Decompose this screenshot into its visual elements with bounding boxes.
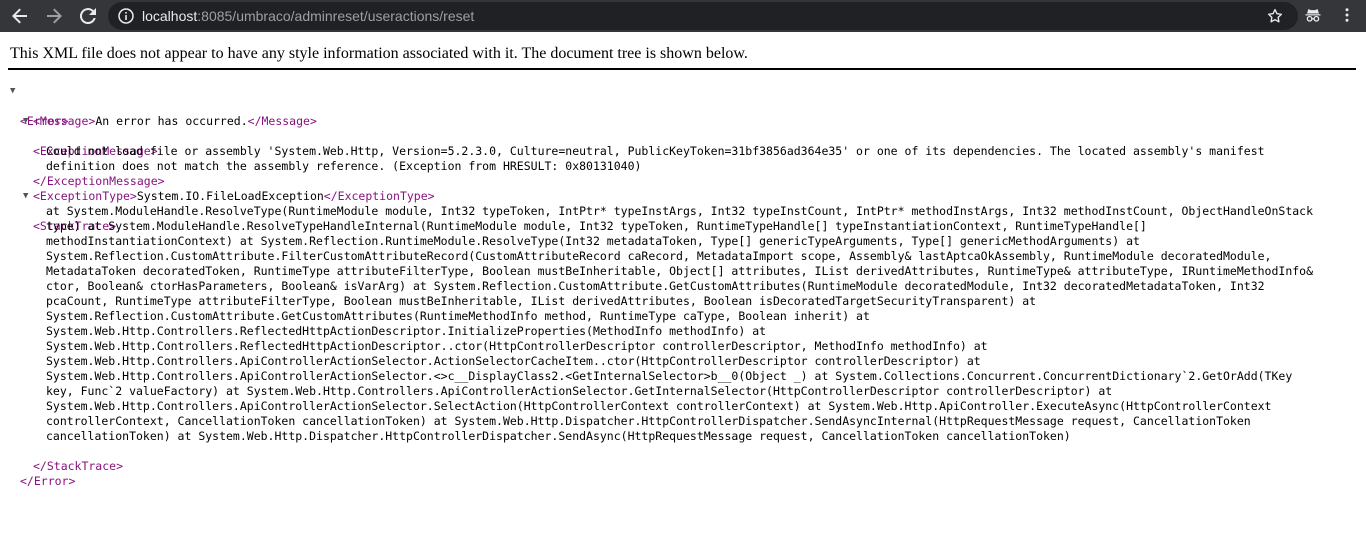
stack-trace-close-line: </StackTrace> bbox=[8, 444, 1358, 473]
stack-trace-text: System.Web.Http.Controllers.ApiControlle… bbox=[46, 354, 981, 368]
stack-trace-text: System.Web.Http.Controllers.ReflectedHtt… bbox=[46, 324, 767, 338]
browser-toolbar: localhost:8085/umbraco/adminreset/userac… bbox=[0, 0, 1366, 32]
triangle-down-icon[interactable]: ▼ bbox=[10, 84, 15, 99]
notice-divider bbox=[8, 68, 1356, 70]
star-icon[interactable] bbox=[1266, 7, 1284, 30]
triangle-down-icon[interactable]: ▼ bbox=[23, 189, 28, 204]
stack-trace-text: System.Web.Http.Controllers.ApiControlle… bbox=[46, 369, 1293, 383]
xml-style-notice: This XML file does not appear to have an… bbox=[10, 45, 748, 62]
exception-message-open-line: ▼ <ExceptionMessage> bbox=[8, 114, 1358, 158]
stack-trace-text: MetadataToken decoratedToken, RuntimeTyp… bbox=[46, 264, 1314, 278]
stack-trace-text: pcaCount, RuntimeType attributeFilterTyp… bbox=[46, 294, 1037, 308]
reload-button[interactable] bbox=[76, 4, 100, 28]
exception-message-text-line: definition does not match the assembly r… bbox=[8, 144, 1358, 173]
stack-trace-text: at System.ModuleHandle.ResolveType(Runti… bbox=[46, 204, 1314, 218]
incognito-icon[interactable] bbox=[1304, 6, 1322, 29]
message-line: <Message>An error has occurred.</Message… bbox=[8, 99, 1358, 128]
error-close-tag: </Error> bbox=[20, 474, 76, 488]
arrow-left-icon bbox=[12, 8, 27, 24]
forward-button[interactable] bbox=[42, 4, 66, 28]
reload-icon bbox=[80, 8, 96, 24]
stack-trace-open-line: ▼ <StackTrace> bbox=[8, 189, 1358, 233]
exception-message-close-line: </ExceptionMessage> bbox=[8, 159, 1358, 188]
stack-trace-text: type) at System.ModuleHandle.ResolveType… bbox=[46, 219, 1147, 233]
error-open-line: ▼ <Error> bbox=[8, 84, 1358, 128]
url-text[interactable]: localhost:8085/umbraco/adminreset/userac… bbox=[142, 8, 474, 24]
xml-tree: ▼ <Error> <Message>An error has occurred… bbox=[8, 84, 1358, 488]
stack-trace-text: key, Func`2 valueFactory) at System.Web.… bbox=[46, 384, 1113, 398]
error-close-line: </Error> bbox=[8, 459, 1358, 488]
stack-trace-text: System.Reflection.CustomAttribute.Filter… bbox=[46, 249, 1272, 263]
stack-trace-text: controllerContext, CancellationToken can… bbox=[46, 414, 1251, 428]
info-icon[interactable] bbox=[118, 8, 134, 29]
stack-trace-text: ctor, Boolean& ctorHasParameters, Boolea… bbox=[46, 279, 1265, 293]
stack-trace-text: System.Web.Http.Controllers.ApiControlle… bbox=[46, 399, 1272, 413]
exception-type-line: <ExceptionType>System.IO.FileLoadExcepti… bbox=[8, 174, 1358, 203]
exception-message-text-line: Could not load file or assembly 'System.… bbox=[8, 129, 1358, 158]
triangle-down-icon[interactable]: ▼ bbox=[23, 114, 28, 129]
stack-trace-text: System.Web.Http.Controllers.ReflectedHtt… bbox=[46, 339, 988, 353]
stack-trace-text: cancellationToken) at System.Web.Http.Di… bbox=[46, 429, 1071, 443]
back-button[interactable] bbox=[8, 4, 32, 28]
kebab-menu-icon[interactable] bbox=[1338, 6, 1356, 29]
url-path: :8085/umbraco/adminreset/useractions/res… bbox=[197, 8, 475, 24]
address-bar[interactable]: localhost:8085/umbraco/adminreset/userac… bbox=[108, 2, 1298, 30]
url-host: localhost bbox=[142, 8, 198, 24]
stack-trace-text: methodInstantiationContext) at System.Re… bbox=[46, 234, 1140, 248]
arrow-right-icon bbox=[47, 8, 62, 24]
stack-trace-text: System.Reflection.CustomAttribute.GetCus… bbox=[46, 309, 870, 323]
